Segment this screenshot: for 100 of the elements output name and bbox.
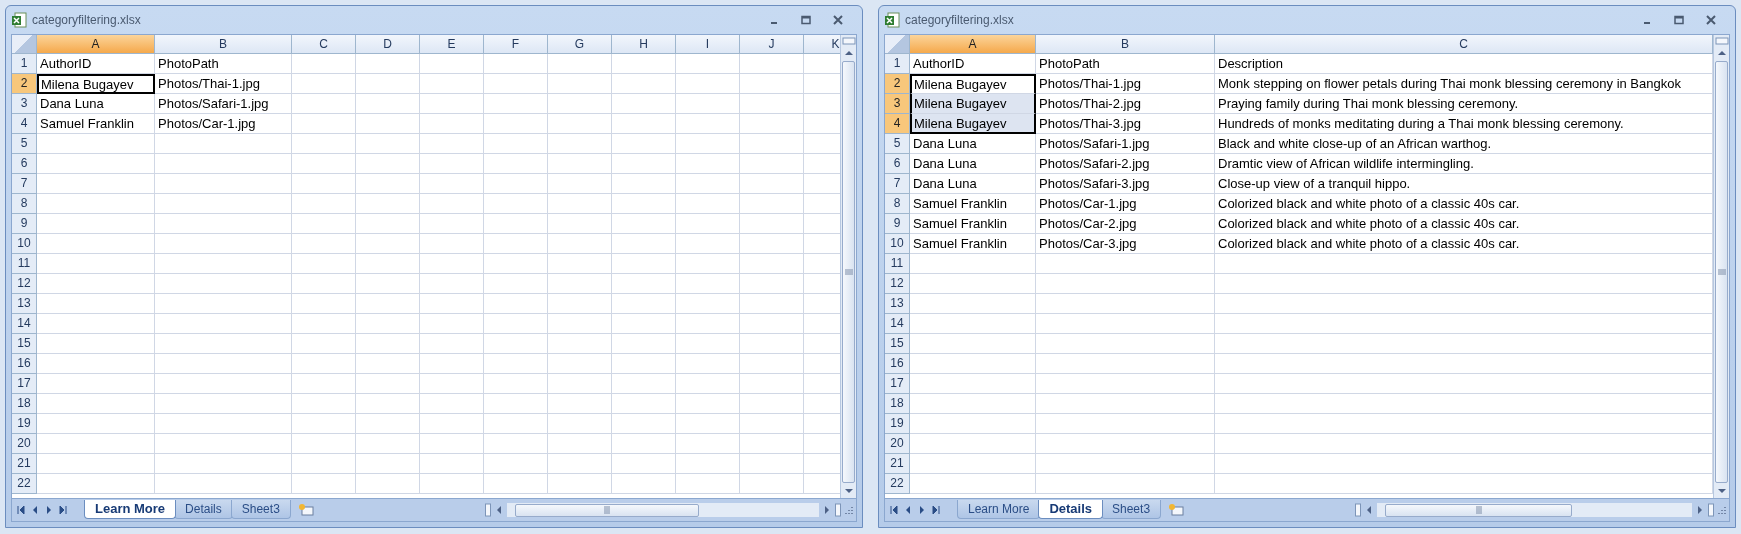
table-cell[interactable] — [484, 434, 548, 454]
row-header[interactable]: 11 — [12, 254, 37, 274]
table-cell[interactable] — [1036, 434, 1215, 454]
insert-sheet-icon[interactable] — [296, 503, 315, 517]
table-cell[interactable] — [1215, 274, 1713, 294]
table-cell[interactable] — [612, 294, 676, 314]
table-cell[interactable] — [356, 74, 420, 94]
table-cell[interactable] — [548, 94, 612, 114]
row-header[interactable]: 2 — [885, 74, 910, 94]
table-cell[interactable] — [612, 474, 676, 494]
table-cell[interactable] — [1036, 294, 1215, 314]
table-cell[interactable] — [356, 354, 420, 374]
table-cell[interactable] — [292, 114, 356, 134]
row-header[interactable]: 2 — [12, 74, 37, 94]
row-header[interactable]: 11 — [885, 254, 910, 274]
row-header[interactable]: 9 — [885, 214, 910, 234]
row-header[interactable]: 4 — [12, 114, 37, 134]
table-cell[interactable]: Photos/Car-1.jpg — [1036, 194, 1215, 214]
sheet-tab[interactable]: Details — [174, 499, 233, 519]
table-cell[interactable] — [1036, 374, 1215, 394]
table-cell[interactable] — [548, 274, 612, 294]
table-cell[interactable] — [612, 154, 676, 174]
table-cell[interactable] — [420, 434, 484, 454]
table-cell[interactable] — [612, 54, 676, 74]
table-cell[interactable] — [155, 194, 292, 214]
table-cell[interactable] — [484, 274, 548, 294]
table-cell[interactable] — [292, 454, 356, 474]
row-header[interactable]: 16 — [12, 354, 37, 374]
row-header[interactable]: 4 — [885, 114, 910, 134]
table-cell[interactable] — [292, 414, 356, 434]
table-cell[interactable] — [292, 474, 356, 494]
table-cell[interactable] — [676, 274, 740, 294]
table-cell[interactable] — [910, 474, 1036, 494]
table-cell[interactable] — [420, 354, 484, 374]
table-cell[interactable] — [420, 394, 484, 414]
scroll-right-icon[interactable] — [822, 503, 832, 517]
table-cell[interactable] — [420, 294, 484, 314]
table-cell[interactable] — [356, 54, 420, 74]
table-cell[interactable]: PhotoPath — [155, 54, 292, 74]
table-cell[interactable] — [37, 214, 155, 234]
table-cell[interactable]: Milena Bugayev — [37, 74, 155, 94]
table-cell[interactable] — [37, 234, 155, 254]
table-cell[interactable] — [484, 294, 548, 314]
row-header[interactable]: 20 — [885, 434, 910, 454]
table-cell[interactable] — [740, 94, 804, 114]
maximize-icon[interactable] — [1674, 15, 1684, 25]
scroll-right-icon[interactable] — [1695, 503, 1705, 517]
table-cell[interactable] — [356, 114, 420, 134]
table-cell[interactable]: Photos/Car-3.jpg — [1036, 234, 1215, 254]
table-cell[interactable] — [420, 374, 484, 394]
table-cell[interactable] — [548, 154, 612, 174]
table-cell[interactable] — [1036, 474, 1215, 494]
table-cell[interactable] — [676, 374, 740, 394]
split-handle-icon[interactable] — [841, 37, 856, 45]
table-cell[interactable] — [420, 254, 484, 274]
row-header[interactable]: 16 — [885, 354, 910, 374]
table-cell[interactable] — [292, 194, 356, 214]
table-cell[interactable] — [740, 454, 804, 474]
table-cell[interactable] — [356, 394, 420, 414]
column-header[interactable]: H — [612, 35, 676, 54]
table-cell[interactable] — [612, 134, 676, 154]
table-cell[interactable] — [612, 194, 676, 214]
table-cell[interactable] — [484, 414, 548, 434]
table-cell[interactable] — [910, 274, 1036, 294]
table-cell[interactable] — [676, 214, 740, 234]
column-header[interactable]: J — [740, 35, 804, 54]
table-cell[interactable] — [356, 274, 420, 294]
table-cell[interactable] — [548, 114, 612, 134]
table-cell[interactable]: Photos/Car-2.jpg — [1036, 214, 1215, 234]
table-cell[interactable] — [548, 74, 612, 94]
row-header[interactable]: 5 — [885, 134, 910, 154]
scrollbar-thumb[interactable] — [1715, 61, 1728, 483]
table-cell[interactable] — [37, 294, 155, 314]
table-cell[interactable] — [676, 234, 740, 254]
column-header[interactable]: A — [37, 35, 155, 54]
table-cell[interactable]: Dana Luna — [910, 134, 1036, 154]
table-cell[interactable] — [356, 474, 420, 494]
table-cell[interactable] — [484, 454, 548, 474]
row-header[interactable]: 13 — [12, 294, 37, 314]
table-cell[interactable] — [740, 214, 804, 234]
table-cell[interactable] — [548, 334, 612, 354]
table-cell[interactable] — [1215, 374, 1713, 394]
table-cell[interactable] — [676, 54, 740, 74]
table-cell[interactable] — [37, 394, 155, 414]
row-header[interactable]: 20 — [12, 434, 37, 454]
last-sheet-icon[interactable] — [58, 505, 68, 515]
table-cell[interactable] — [612, 94, 676, 114]
table-cell[interactable]: Hundreds of monks meditating during a Thai monk blessing ceremony. — [1215, 114, 1713, 134]
table-cell[interactable] — [484, 174, 548, 194]
table-cell[interactable]: Photos/Thai-2.jpg — [1036, 94, 1215, 114]
table-cell[interactable] — [910, 454, 1036, 474]
table-cell[interactable] — [1215, 354, 1713, 374]
table-cell[interactable] — [155, 394, 292, 414]
table-cell[interactable] — [612, 434, 676, 454]
table-cell[interactable] — [1036, 394, 1215, 414]
table-cell[interactable] — [548, 254, 612, 274]
maximize-icon[interactable] — [801, 15, 811, 25]
row-header[interactable]: 19 — [12, 414, 37, 434]
table-cell[interactable] — [420, 174, 484, 194]
table-cell[interactable] — [292, 134, 356, 154]
